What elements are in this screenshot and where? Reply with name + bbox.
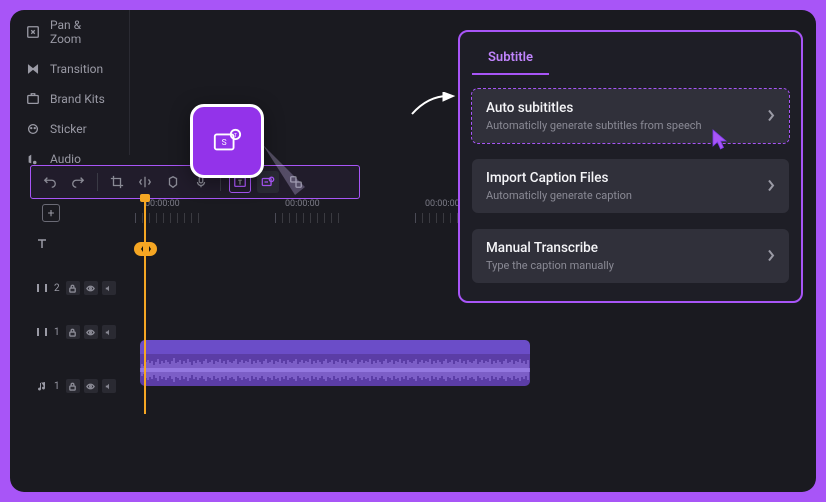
sidebar-item-sticker[interactable]: Sticker xyxy=(10,114,129,144)
sidebar-label: Pan & Zoom xyxy=(50,18,113,46)
marker-button[interactable] xyxy=(162,171,184,193)
pan-zoom-icon xyxy=(26,25,40,39)
sticker-icon xyxy=(26,122,40,136)
sidebar-item-brandkits[interactable]: Brand Kits xyxy=(10,84,129,114)
lock-button[interactable] xyxy=(66,281,80,295)
sidebar-label: Sticker xyxy=(50,122,87,136)
crop-button[interactable] xyxy=(106,171,128,193)
option-auto-subtitles[interactable]: Auto subititles Automaticlly generate su… xyxy=(472,89,789,143)
timecode-label: 00:00:00 xyxy=(285,199,320,209)
clip-duration: 00:23:34 xyxy=(487,342,522,352)
tools-sidebar: Pan & Zoom Transition Brand Kits Sticker… xyxy=(10,10,130,155)
redo-button[interactable] xyxy=(67,171,89,193)
arrow-annotation xyxy=(410,92,456,116)
mute-button[interactable] xyxy=(102,325,116,339)
track-row-video: 2 xyxy=(36,276,131,300)
featured-subtitle-icon: TS xyxy=(190,104,264,178)
clip-filename: Audio_0023.wav xyxy=(161,342,227,352)
audio-track-icon xyxy=(36,380,48,392)
transition-icon xyxy=(26,62,40,76)
visibility-button[interactable] xyxy=(84,281,98,295)
separator xyxy=(97,173,98,191)
timeline-marker[interactable] xyxy=(134,242,157,256)
undo-button[interactable] xyxy=(39,171,61,193)
option-title: Manual Transcribe xyxy=(486,240,749,256)
track-headers: 2 1 1 xyxy=(36,232,131,418)
chevron-right-icon xyxy=(767,177,775,196)
mute-button[interactable] xyxy=(102,379,116,393)
option-import-caption[interactable]: Import Caption Files Automaticlly genera… xyxy=(472,159,789,213)
lock-button[interactable] xyxy=(66,379,80,393)
timecode-label: 00:00:00 xyxy=(425,199,460,209)
clip-header: Audio_0023.wav 00:23:34 xyxy=(140,340,530,354)
track-index: 1 xyxy=(54,327,60,338)
text-track-icon xyxy=(36,238,48,250)
lock-button[interactable] xyxy=(66,325,80,339)
track-row-text xyxy=(36,232,131,256)
chevron-right-icon xyxy=(767,107,775,126)
mute-button[interactable] xyxy=(102,281,116,295)
audio-clip[interactable]: Audio_0023.wav 00:23:34 xyxy=(140,340,530,386)
panel-tab-subtitle[interactable]: Subtitle xyxy=(472,44,549,75)
sidebar-label: Transition xyxy=(50,62,103,76)
brand-kits-icon xyxy=(26,92,40,106)
visibility-button[interactable] xyxy=(84,325,98,339)
video-track-icon xyxy=(36,282,48,294)
track-index: 1 xyxy=(54,381,60,392)
option-title: Import Caption Files xyxy=(486,170,749,186)
option-desc: Type the caption manually xyxy=(486,259,749,272)
sidebar-label: Brand Kits xyxy=(50,92,105,106)
sidebar-item-transition[interactable]: Transition xyxy=(10,54,129,84)
sidebar-item-panzoom[interactable]: Pan & Zoom xyxy=(10,10,129,54)
split-button[interactable] xyxy=(134,171,156,193)
audio-icon xyxy=(26,152,40,166)
add-track-button[interactable]: + xyxy=(42,204,60,222)
sidebar-label: Audio xyxy=(50,152,81,166)
option-manual-transcribe[interactable]: Manual Transcribe Type the caption manua… xyxy=(472,229,789,283)
app-frame: Pan & Zoom Transition Brand Kits Sticker… xyxy=(10,10,816,492)
callout-beam xyxy=(263,145,305,195)
waveform xyxy=(140,354,530,386)
option-desc: Automaticlly generate caption xyxy=(486,189,749,202)
track-index: 2 xyxy=(54,283,60,294)
chevron-right-icon xyxy=(767,247,775,266)
track-row-video: 1 xyxy=(36,320,131,344)
playhead[interactable] xyxy=(144,199,146,414)
option-title: Auto subititles xyxy=(486,100,749,116)
svg-text:S: S xyxy=(222,138,227,148)
visibility-button[interactable] xyxy=(84,379,98,393)
subtitle-panel: Subtitle Auto subititles Automaticlly ge… xyxy=(458,30,803,303)
track-row-audio: 1 xyxy=(36,364,131,408)
video-track-icon xyxy=(36,326,48,338)
cursor-pointer-icon xyxy=(710,128,730,156)
timecode-label: 00:00:00 xyxy=(145,199,180,209)
